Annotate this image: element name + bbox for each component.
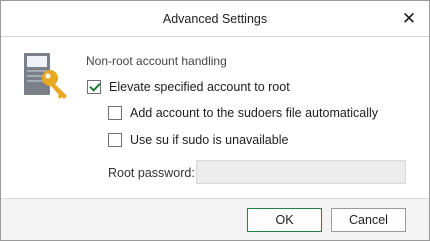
checkbox-unchecked[interactable] bbox=[108, 106, 122, 120]
root-password-field[interactable] bbox=[196, 160, 406, 184]
use-su-label: Use su if sudo is unavailable bbox=[130, 133, 289, 147]
cancel-button[interactable]: Cancel bbox=[331, 208, 406, 232]
root-password-label: Root password: bbox=[108, 166, 195, 180]
elevate-root-checkbox[interactable]: Elevate specified account to root bbox=[87, 80, 290, 94]
checkbox-checked[interactable] bbox=[87, 80, 101, 94]
use-su-checkbox[interactable]: Use su if sudo is unavailable bbox=[108, 133, 288, 147]
dialog-footer: OK Cancel bbox=[1, 198, 429, 240]
add-to-sudoers-checkbox[interactable]: Add account to the sudoers file automati… bbox=[108, 106, 378, 120]
ok-button[interactable]: OK bbox=[247, 208, 322, 232]
close-icon[interactable]: ✕ bbox=[399, 9, 419, 29]
add-to-sudoers-label: Add account to the sudoers file automati… bbox=[130, 106, 379, 120]
advanced-settings-dialog: Advanced Settings ✕ Non-root account han… bbox=[0, 0, 430, 241]
checkbox-unchecked[interactable] bbox=[108, 133, 122, 147]
dialog-title: Advanced Settings bbox=[162, 12, 268, 26]
title-bar: Advanced Settings ✕ bbox=[1, 1, 429, 37]
server-key-icon bbox=[24, 53, 67, 99]
elevate-root-label: Elevate specified account to root bbox=[109, 80, 290, 94]
section-title: Non-root account handling bbox=[86, 54, 227, 68]
